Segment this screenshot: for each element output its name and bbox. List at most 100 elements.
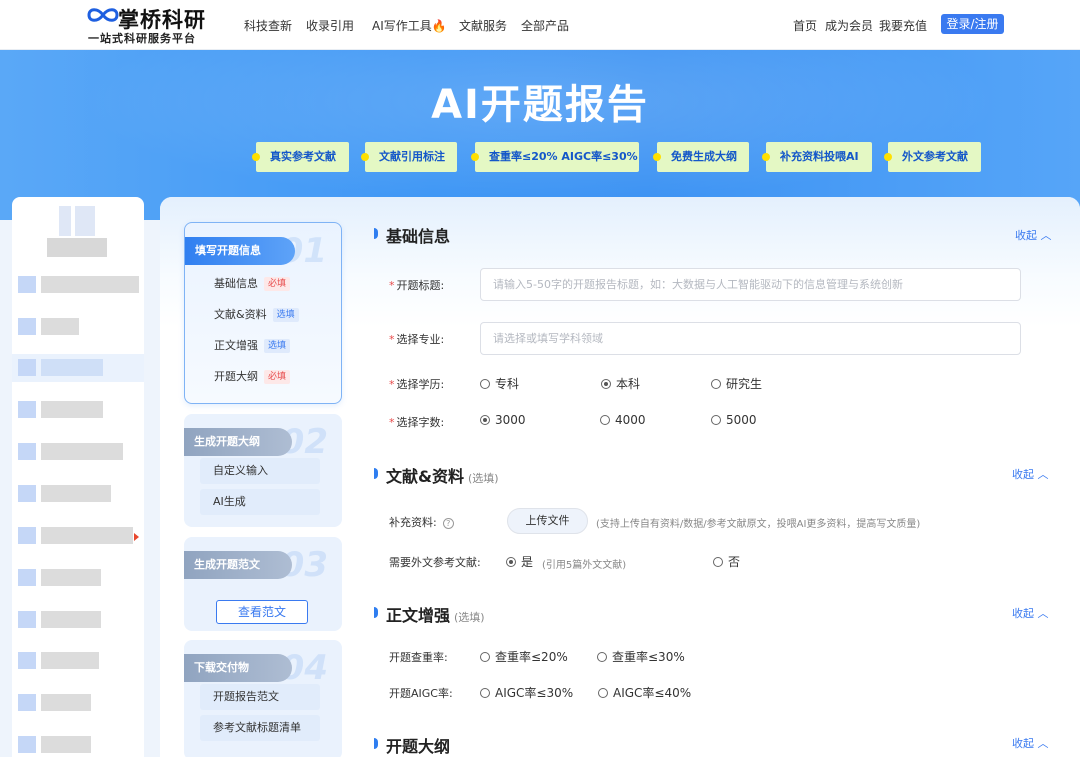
collapse-toggle[interactable]: 收起 ︿ xyxy=(1012,735,1049,751)
aigc-rate-radio-40[interactable]: AIGC率≤40% xyxy=(598,684,691,701)
step-item-enhance[interactable]: 正文增强 选填 xyxy=(201,333,321,359)
section-marker xyxy=(374,468,378,479)
step-item-custom-input[interactable]: 自定义输入 xyxy=(200,458,320,484)
step-item-basic-info[interactable]: 基础信息 必填 xyxy=(201,271,321,297)
optional-badge: 选填 xyxy=(264,339,291,353)
sidebar-item-label xyxy=(41,443,123,460)
nav-link-recharge[interactable]: 我要充值 xyxy=(879,17,927,34)
sidebar-item[interactable] xyxy=(12,608,144,632)
step-item-literature[interactable]: 文献&资料 选填 xyxy=(201,302,321,328)
words-radio-5000[interactable]: 5000 xyxy=(711,413,757,427)
duplicate-rate-radio-30[interactable]: 查重率≤30% xyxy=(597,648,685,665)
foreign-ref-radio-yes[interactable]: 是 xyxy=(506,553,533,570)
login-register-button[interactable]: 登录/注册 xyxy=(941,14,1004,34)
words-radio-3000[interactable]: 3000 xyxy=(480,413,526,427)
step-item-reference-list[interactable]: 参考文献标题清单 xyxy=(200,715,320,741)
nav-item-ai-writing[interactable]: AI写作工具🔥 xyxy=(372,17,447,34)
logo-icon xyxy=(87,8,119,22)
sidebar-item[interactable] xyxy=(12,440,144,464)
sidebar-item[interactable] xyxy=(12,566,144,590)
aigc-rate-radio-30[interactable]: AIGC率≤30% xyxy=(480,684,573,701)
step-title: 填写开题信息 xyxy=(185,237,295,265)
aigc-rate-label: 开题AIGC率: xyxy=(389,687,453,700)
section-title-enhance: 正文增强 (选填) xyxy=(374,602,485,626)
step-item-ai-generate[interactable]: AI生成 xyxy=(200,489,320,515)
logo-slogan: 一站式科研服务平台 xyxy=(88,32,196,45)
sidebar-item[interactable] xyxy=(12,315,144,339)
sidebar-item-icon xyxy=(18,569,36,586)
required-star: * xyxy=(389,279,395,292)
step-card-fill-info: 01 填写开题信息 基础信息 必填 文献&资料 选填 正文增强 选填 开题大纲 必填 xyxy=(184,222,342,404)
chevron-up-icon: ︿ xyxy=(1040,229,1052,242)
degree-radio-graduate[interactable]: 研究生 xyxy=(711,375,762,392)
chevron-up-icon: ︿ xyxy=(1037,607,1049,620)
step-item-label: 开题大纲 xyxy=(214,370,258,383)
radio-label: 4000 xyxy=(615,413,646,427)
radio-label: 是 xyxy=(521,555,534,569)
radio-label: 3000 xyxy=(495,413,526,427)
step-title: 下载交付物 xyxy=(184,654,292,682)
nav-item-literature-service[interactable]: 文献服务 xyxy=(459,17,507,34)
nav-item-novelty-search[interactable]: 科技查新 xyxy=(244,17,292,34)
collapse-toggle[interactable]: 收起 ︿ xyxy=(1012,466,1049,482)
sidebar-item[interactable] xyxy=(12,482,144,506)
radio-label: 5000 xyxy=(726,413,757,427)
step-card-generate-sample: 03 生成开题范文 查看范文 xyxy=(184,537,342,631)
main-panel: 01 填写开题信息 基础信息 必填 文献&资料 选填 正文增强 选填 开题大纲 必填 0… xyxy=(160,197,1080,757)
sidebar-item-active[interactable] xyxy=(12,354,144,382)
radio-label: AIGC率≤30% xyxy=(495,686,574,700)
nav-ai-writing-label: AI写作工具 xyxy=(372,19,432,33)
sidebar-item[interactable] xyxy=(12,733,144,757)
upload-file-button[interactable]: 上传文件 xyxy=(507,508,588,534)
radio-label: 专科 xyxy=(495,377,520,391)
nav-item-citation[interactable]: 收录引用 xyxy=(306,17,354,34)
words-label: * 选择字数: xyxy=(389,414,444,430)
nav-link-membership[interactable]: 成为会员 xyxy=(825,17,873,34)
nav-item-all-products[interactable]: 全部产品 xyxy=(521,17,569,34)
duplicate-rate-label: 开题查重率: xyxy=(389,651,448,664)
radio-circle xyxy=(598,688,608,698)
sidebar-item-label xyxy=(41,611,101,628)
words-radio-4000[interactable]: 4000 xyxy=(600,413,646,427)
sidebar-item-label xyxy=(41,527,133,544)
foreign-ref-radio-no[interactable]: 否 xyxy=(713,553,740,570)
major-select[interactable]: 请选择或填写学科领域 xyxy=(480,322,1021,355)
duplicate-rate-radio-20[interactable]: 查重率≤20% xyxy=(480,648,568,665)
step-card-download: 04 下载交付物 开题报告范文 参考文献标题清单 xyxy=(184,640,342,757)
sidebar-item-icon xyxy=(18,359,36,376)
sidebar-item[interactable] xyxy=(12,398,144,422)
optional-hint: (选填) xyxy=(467,472,499,485)
feature-tag: 文献引用标注 xyxy=(361,142,457,172)
degree-radio-junior-college[interactable]: 专科 xyxy=(480,375,519,392)
section-marker xyxy=(374,738,378,749)
sidebar-item[interactable] xyxy=(12,691,144,715)
page-title: AI开题报告 xyxy=(431,82,649,128)
step-item-label: 基础信息 xyxy=(214,277,258,290)
logo[interactable]: 掌桥科研 一站式科研服务平台 xyxy=(86,4,216,46)
topic-input[interactable]: 请输入5-50字的开题报告标题，如：大数据与人工智能驱动下的信息管理与系统创新 xyxy=(480,268,1021,301)
step-item-outline[interactable]: 开题大纲 必填 xyxy=(201,364,321,390)
radio-label: 查重率≤20% xyxy=(495,650,568,664)
degree-radio-bachelor[interactable]: 本科 xyxy=(601,375,640,392)
sidebar-item-label xyxy=(41,401,103,418)
sidebar-item[interactable] xyxy=(12,273,144,297)
avatar[interactable] xyxy=(59,206,95,236)
step-title: 生成开题大纲 xyxy=(184,428,292,456)
feature-tag: 外文参考文献 xyxy=(884,142,981,172)
collapse-toggle[interactable]: 收起 ︿ xyxy=(1012,605,1049,621)
sidebar-item-label xyxy=(41,359,103,376)
sidebar-item[interactable] xyxy=(12,524,144,548)
sidebar-item[interactable] xyxy=(12,649,144,673)
section-title-text: 文献&资料 xyxy=(386,467,464,486)
collapse-toggle[interactable]: 收起 ︿ xyxy=(1015,227,1052,243)
step-title: 生成开题范文 xyxy=(184,551,292,579)
view-sample-button[interactable]: 查看范文 xyxy=(216,600,308,624)
nav-link-home[interactable]: 首页 xyxy=(793,17,817,34)
step-item-report-sample[interactable]: 开题报告范文 xyxy=(200,684,320,710)
optional-hint: (选填) xyxy=(454,611,485,624)
section-title-text: 开题大纲 xyxy=(386,737,451,756)
supplement-label-text: 补充资料: xyxy=(389,516,437,529)
help-icon[interactable]: ? xyxy=(442,518,454,529)
required-badge: 必填 xyxy=(264,277,291,291)
sidebar-item-icon xyxy=(18,443,36,460)
